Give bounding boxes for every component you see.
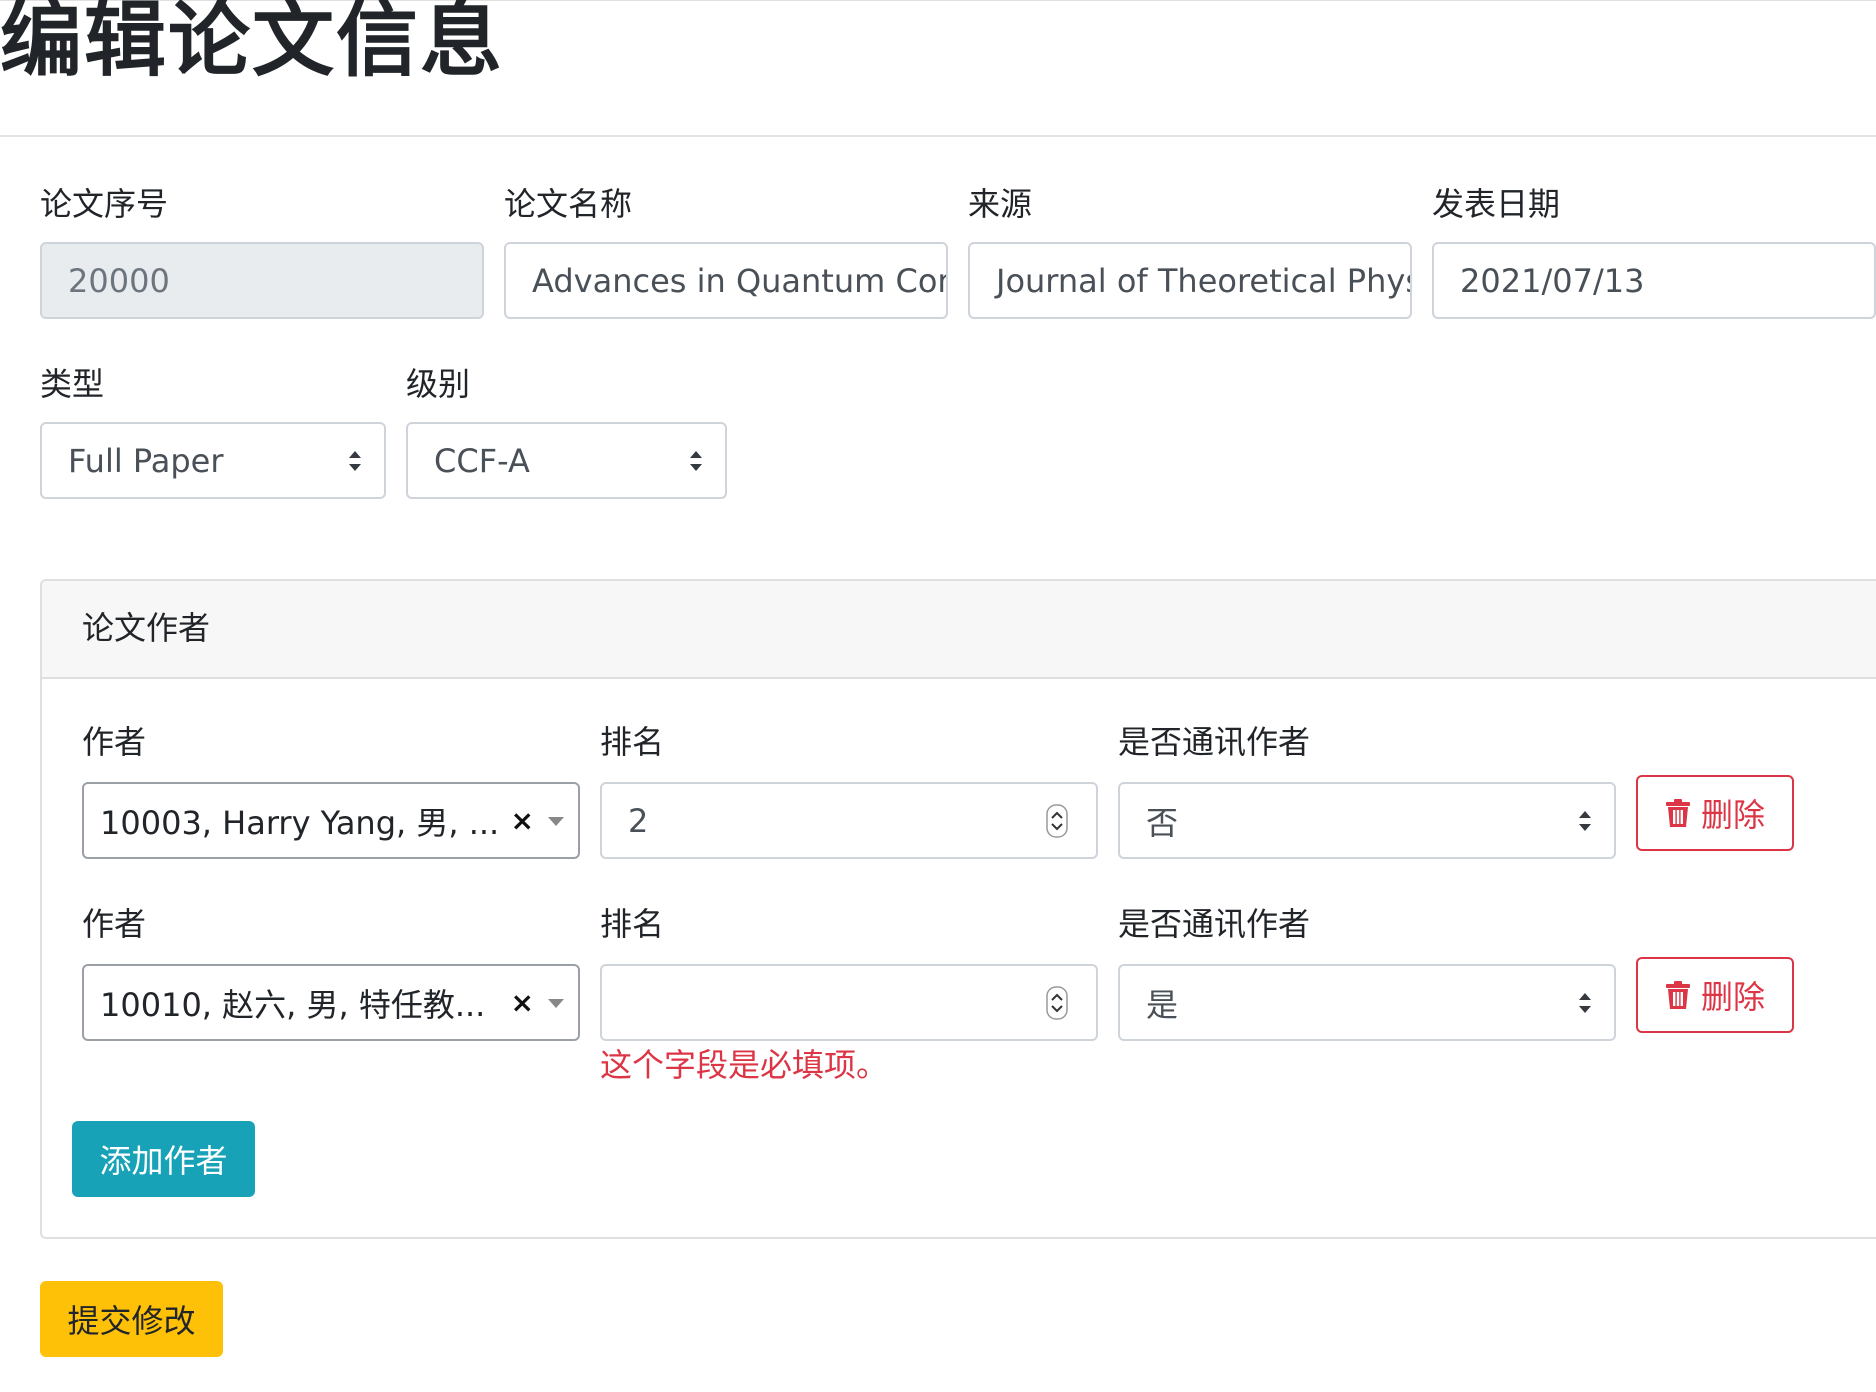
corresponding-author-value: 是 [1146, 985, 1179, 1024]
delete-author-button[interactable]: 删除 [1636, 775, 1794, 851]
rank-label: 排名 [600, 905, 665, 943]
corresponding-author-label: 是否通讯作者 [1118, 723, 1311, 761]
level-select[interactable]: CCF-A [406, 422, 727, 499]
source-input[interactable]: Journal of Theoretical Phys [968, 242, 1412, 319]
source-value: Journal of Theoretical Phys [996, 261, 1412, 300]
paper-name-value: Advances in Quantum Com [532, 261, 948, 300]
rank-label: 排名 [600, 723, 665, 761]
paper-id-field: 20000 [40, 242, 484, 319]
delete-author-button[interactable]: 删除 [1636, 957, 1794, 1033]
clear-icon[interactable]: × [511, 988, 534, 1017]
select-arrows-icon [1579, 992, 1591, 1013]
delete-button-label: 删除 [1700, 978, 1765, 1016]
select-arrows-icon [1579, 810, 1591, 831]
rank-value: 2 [628, 801, 649, 840]
trash-icon [1665, 981, 1690, 1009]
level-label: 级别 [406, 365, 471, 403]
publish-date-input[interactable]: 2021/07/13 [1432, 242, 1876, 319]
trash-icon [1665, 799, 1690, 827]
type-select[interactable]: Full Paper [40, 422, 386, 499]
rank-error-message: 这个字段是必填项。 [600, 1046, 889, 1084]
corresponding-author-select[interactable]: 否 [1118, 782, 1616, 859]
publish-date-value: 2021/07/13 [1460, 261, 1645, 300]
author-select[interactable]: 10010, 赵六, 男, 特任教... × [82, 964, 580, 1041]
page-title: 编辑论文信息 [0, 0, 505, 88]
authors-card [40, 579, 1876, 1239]
paper-id-label: 论文序号 [40, 185, 169, 223]
paper-id-value: 20000 [68, 261, 170, 300]
authors-card-title: 论文作者 [82, 609, 211, 647]
author-select[interactable]: 10003, Harry Yang, 男, ... × [82, 782, 580, 859]
author-value: 10010, 赵六, 男, 特任教... [100, 985, 486, 1024]
spinner-icon[interactable] [1046, 803, 1068, 838]
corresponding-author-value: 否 [1146, 803, 1179, 842]
select-arrows-icon [690, 450, 702, 471]
paper-name-label: 论文名称 [504, 185, 633, 223]
clear-icon[interactable]: × [511, 806, 534, 835]
authors-card-header [42, 581, 1876, 679]
caret-down-icon [548, 816, 564, 826]
type-value: Full Paper [68, 441, 224, 480]
author-label: 作者 [82, 723, 147, 761]
delete-button-label: 删除 [1700, 796, 1765, 834]
title-divider [0, 135, 1876, 137]
corresponding-author-select[interactable]: 是 [1118, 964, 1616, 1041]
source-label: 来源 [968, 185, 1033, 223]
type-label: 类型 [40, 365, 105, 403]
author-label: 作者 [82, 905, 147, 943]
rank-input[interactable] [600, 964, 1098, 1041]
add-author-button[interactable]: 添加作者 [72, 1121, 255, 1197]
corresponding-author-label: 是否通讯作者 [1118, 905, 1311, 943]
paper-name-input[interactable]: Advances in Quantum Com [504, 242, 948, 319]
submit-button[interactable]: 提交修改 [40, 1281, 223, 1357]
publish-date-label: 发表日期 [1432, 185, 1561, 223]
author-value: 10003, Harry Yang, 男, ... [100, 803, 500, 842]
rank-input[interactable]: 2 [600, 782, 1098, 859]
page: 编辑论文信息 论文序号 论文名称 来源 发表日期 20000 Advances … [0, 0, 1876, 1392]
level-value: CCF-A [434, 441, 530, 480]
caret-down-icon [548, 998, 564, 1008]
select-arrows-icon [349, 450, 361, 471]
spinner-icon[interactable] [1046, 985, 1068, 1020]
